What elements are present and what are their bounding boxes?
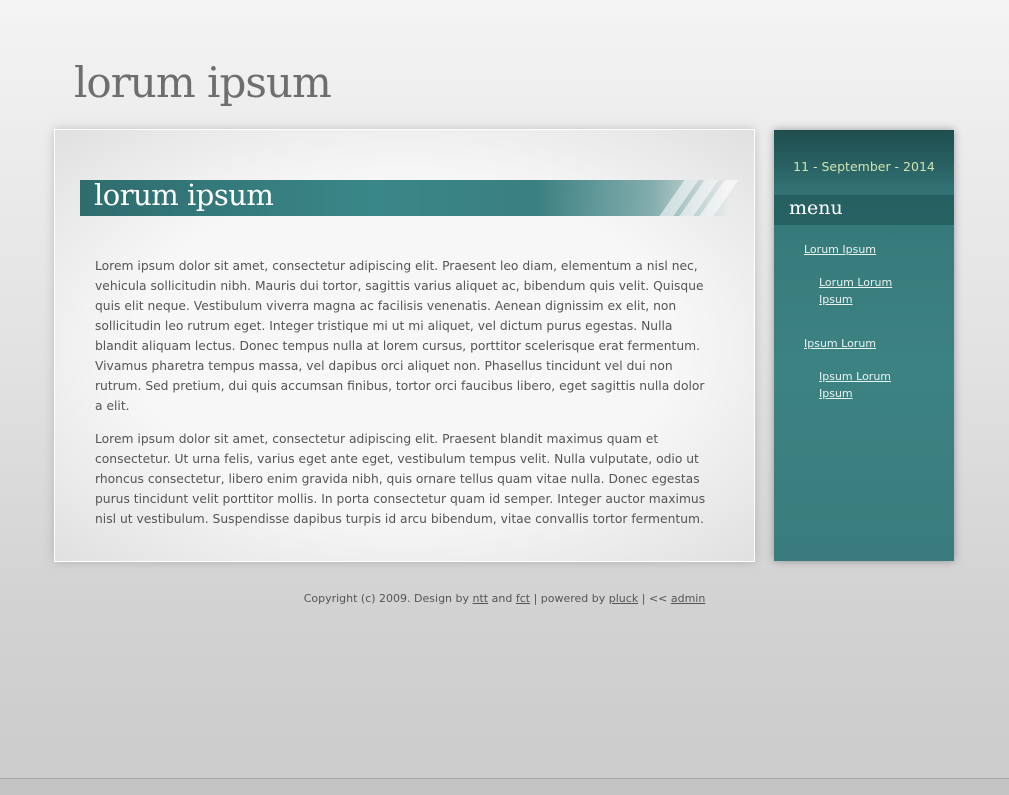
menu-subitem-lorum-lorum-ipsum[interactable]: Lorum Lorum Ipsum [819,274,899,308]
article-paragraph: Lorem ipsum dolor sit amet, consectetur … [95,432,706,526]
menu-item-ipsum-lorum[interactable]: Ipsum Lorum [804,335,944,352]
footer-and-text: and [491,592,513,605]
footer-link-admin[interactable]: admin [671,592,705,605]
window-bottom-bar [0,778,1009,795]
footer-copyright-text: Copyright (c) 2009. Design by [303,592,470,605]
article-paragraph: Lorem ipsum dolor sit amet, consectetur … [95,259,705,413]
page-title-bar: lorum ipsum [80,178,739,216]
footer-link-fct[interactable]: fct [516,592,530,605]
page-heading: lorum ipsum [94,178,274,212]
site-title: lorum ipsum [74,58,332,107]
footer-link-ntt[interactable]: ntt [473,592,489,605]
main-content-panel: lorum ipsum Lorem ipsum dolor sit amet, … [55,130,754,561]
menu-header: menu [774,195,954,225]
menu-subitem-ipsum-lorum-ipsum[interactable]: Ipsum Lorum Ipsum [819,368,899,402]
current-date: 11 - September - 2014 [793,159,935,174]
sidebar: 11 - September - 2014 menu Lorum Ipsum L… [774,130,954,561]
menu-heading: menu [789,197,843,219]
footer-separator-text: | << [641,592,668,605]
footer-powered-text: | powered by [533,592,606,605]
footer: Copyright (c) 2009. Design by ntt and fc… [0,592,1009,605]
footer-link-pluck[interactable]: pluck [609,592,638,605]
article-content: Lorem ipsum dolor sit amet, consectetur … [95,256,715,542]
menu-item-lorum-ipsum[interactable]: Lorum Ipsum [804,241,944,258]
